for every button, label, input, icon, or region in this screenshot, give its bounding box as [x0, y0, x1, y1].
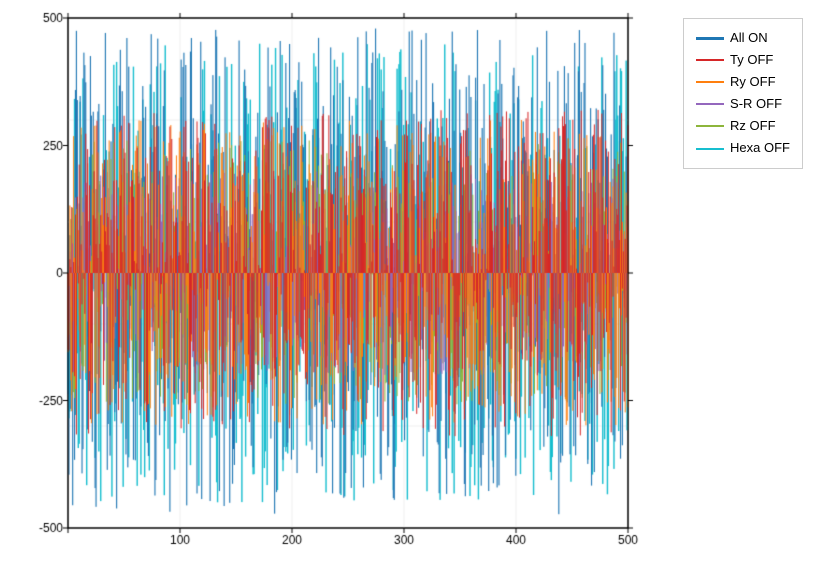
legend-item: All ON — [696, 27, 790, 49]
legend-item: S-R OFF — [696, 93, 790, 115]
legend-item: Hexa OFF — [696, 137, 790, 159]
chart-legend: All ONTy OFFRy OFFS-R OFFRz OFFHexa OFF — [683, 18, 803, 169]
legend-item: Ry OFF — [696, 71, 790, 93]
legend-item: Ty OFF — [696, 49, 790, 71]
legend-item: Rz OFF — [696, 115, 790, 137]
chart-container: All ONTy OFFRy OFFS-R OFFRz OFFHexa OFF — [0, 0, 821, 584]
